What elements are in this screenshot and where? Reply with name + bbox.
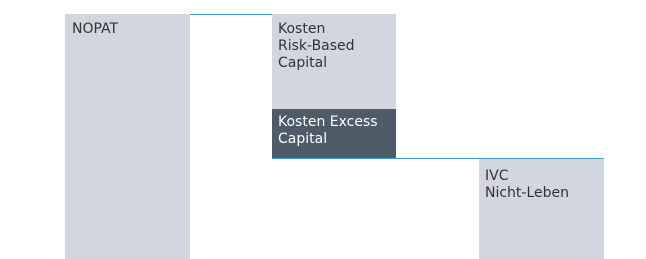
nopat-bar (65, 14, 190, 259)
waterfall-diagram: NOPAT Kosten Risk-Based Capital Kosten E… (0, 0, 646, 259)
nopat-label: NOPAT (72, 21, 119, 37)
risk-based-capital-cost-label: Kosten Risk-Based Capital (278, 21, 355, 71)
ivc-non-life-label: IVC Nicht-Leben (485, 168, 570, 201)
excess-capital-cost-label: Kosten Excess Capital (278, 114, 378, 147)
